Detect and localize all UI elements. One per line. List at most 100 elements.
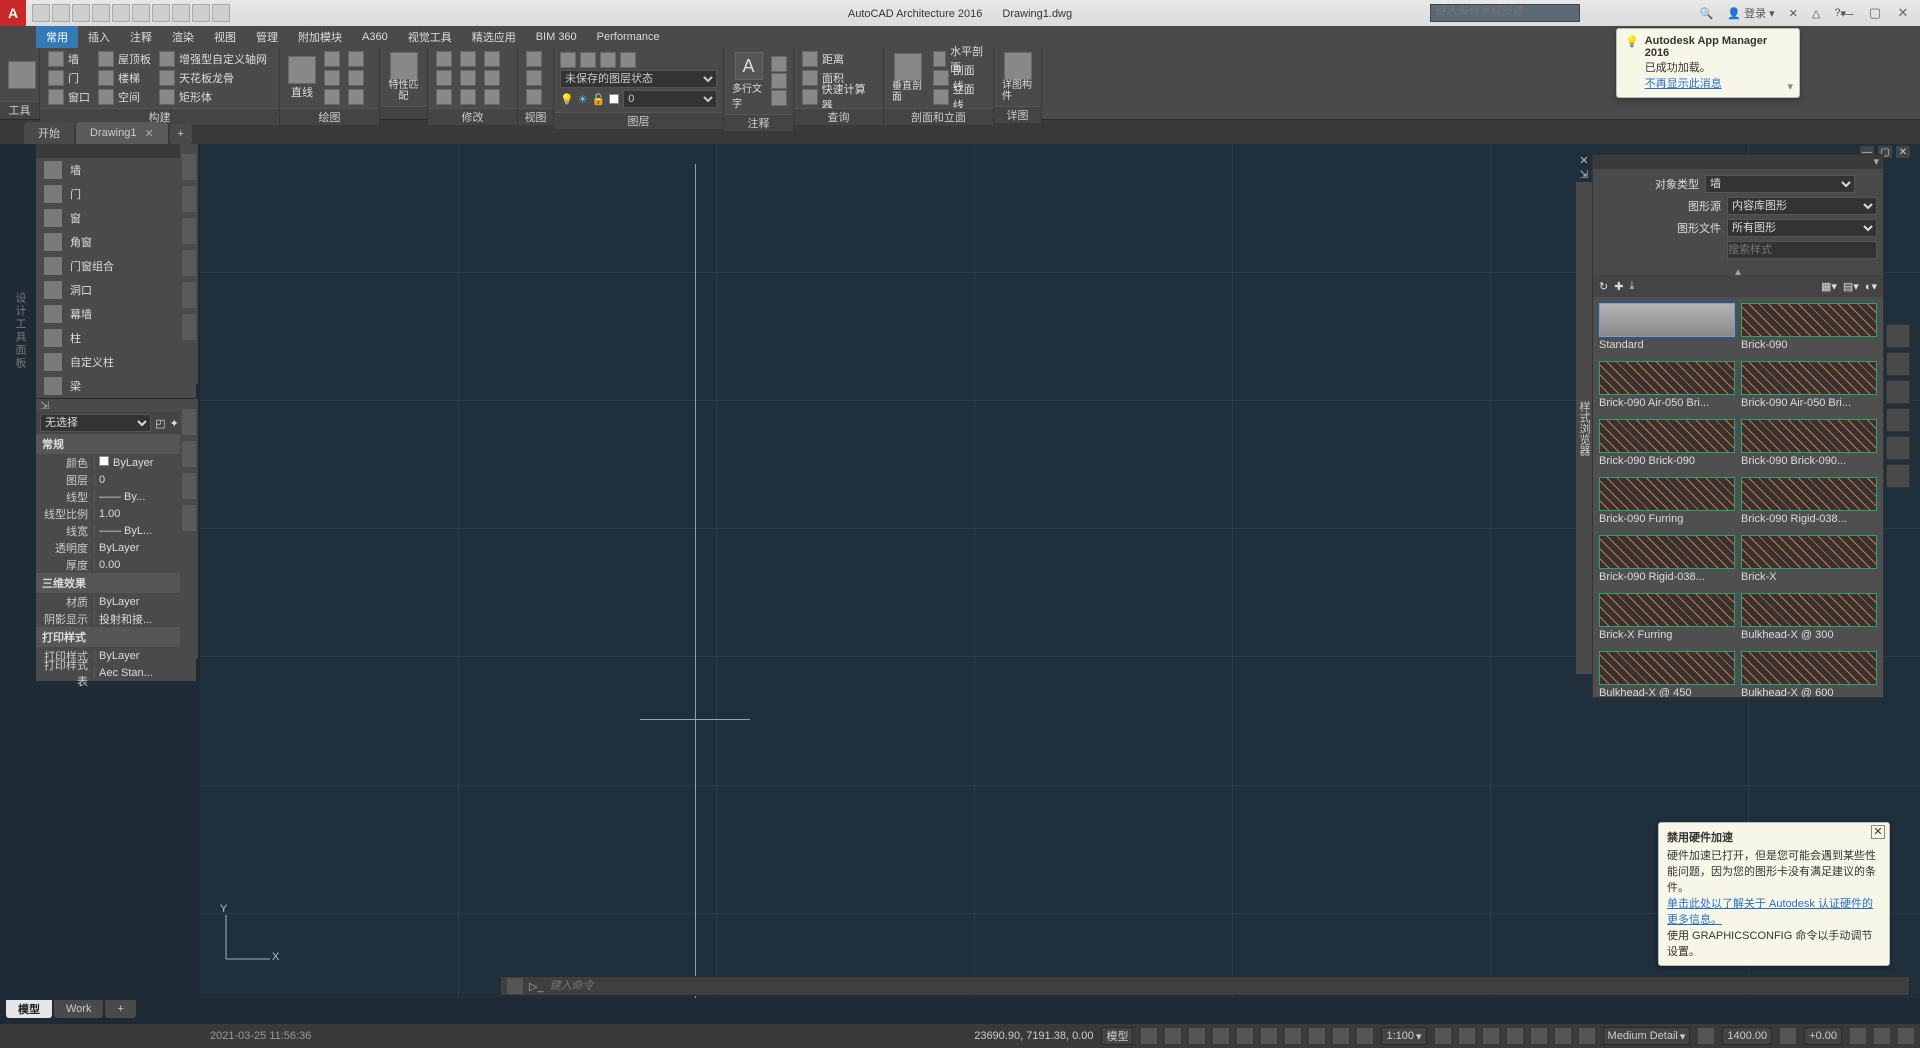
trim-button[interactable] (482, 50, 502, 68)
status-qs-icon[interactable] (1555, 1028, 1571, 1044)
tp-item-3[interactable]: 角窗 (36, 230, 196, 254)
fillet-button[interactable] (482, 69, 502, 87)
status-dyn-icon[interactable] (1309, 1028, 1325, 1044)
props-pin-icon[interactable]: ⇲ (36, 400, 53, 412)
layout-tab-model[interactable]: 模型 (6, 1000, 52, 1018)
props-row[interactable]: 线型比例1.00 (36, 505, 196, 522)
door-button[interactable]: 门 (46, 69, 92, 87)
style-cell-1[interactable]: Brick-090 (1741, 303, 1877, 355)
props-tab3[interactable] (182, 473, 196, 499)
detailcomp-button[interactable]: 详图构件 (1000, 50, 1035, 104)
mirror-button[interactable] (458, 69, 478, 87)
props-row[interactable]: 打印样式表Aec Stan... (36, 664, 196, 681)
props-row[interactable]: 透明度ByLayer (36, 539, 196, 556)
status-detail[interactable]: Medium Detail ▾ (1603, 1027, 1691, 1045)
props-section[interactable]: 打印样式– (36, 627, 196, 647)
tp-tab3[interactable] (182, 218, 196, 244)
style-cell-13[interactable]: Bulkhead-X @ 600 (1741, 651, 1877, 697)
ceiling-button[interactable]: 天花板龙骨 (157, 69, 269, 87)
sb-file-select[interactable]: 所有图形 (1727, 219, 1877, 237)
exchange-button[interactable]: ✕ (1785, 4, 1802, 22)
elevline-button[interactable]: 立面线 (931, 88, 987, 106)
tab-home[interactable]: 常用 (36, 26, 78, 48)
qat-undo-icon[interactable] (132, 4, 150, 22)
line-button[interactable]: 直线 (286, 54, 318, 102)
sb-search-input[interactable] (1727, 241, 1877, 259)
tab-annotate[interactable]: 注释 (120, 26, 162, 48)
style-cell-5[interactable]: Brick-090 Brick-090... (1741, 419, 1877, 471)
tp-item-9[interactable]: 梁 (36, 374, 196, 398)
style-cell-8[interactable]: Brick-090 Rigid-038... (1599, 535, 1735, 587)
search-input[interactable] (1431, 5, 1579, 17)
polyline-button[interactable] (322, 50, 342, 68)
props-row[interactable]: 厚度0.00 (36, 556, 196, 573)
rotate-button[interactable] (458, 50, 478, 68)
tp-item-2[interactable]: 窗 (36, 206, 196, 230)
close-button[interactable]: ✕ (1890, 4, 1916, 22)
props-selector[interactable]: 无选择 (40, 414, 151, 432)
tab-insert[interactable]: 插入 (78, 26, 120, 48)
style-cell-7[interactable]: Brick-090 Rigid-038... (1741, 477, 1877, 529)
nav-pan-icon[interactable] (1886, 352, 1910, 376)
status-units-icon[interactable] (1579, 1028, 1595, 1044)
status-cut[interactable]: +0.00 (1804, 1027, 1842, 1045)
mtext-button[interactable]: A多行文字 (730, 50, 767, 112)
qat-redo-icon[interactable] (152, 4, 170, 22)
status-scale[interactable]: 1:100 ▾ (1381, 1027, 1426, 1045)
stair-button[interactable]: 楼梯 (96, 69, 153, 87)
tp-tab4[interactable] (182, 250, 196, 276)
doc-close-button[interactable]: ✕ (1896, 146, 1910, 158)
tp-item-1[interactable]: 门 (36, 182, 196, 206)
props-row[interactable]: 线型—— By... (36, 488, 196, 505)
layer-combo[interactable]: 0 (623, 90, 717, 108)
status-osnap-icon[interactable] (1237, 1028, 1253, 1044)
nav-orbit-icon[interactable] (1886, 408, 1910, 432)
ellipse-button[interactable] (346, 69, 366, 87)
nav-wheel-icon[interactable] (1886, 436, 1910, 460)
style-cell-9[interactable]: Brick-X (1741, 535, 1877, 587)
scale-button[interactable] (458, 88, 478, 106)
qat-project-icon[interactable] (172, 4, 190, 22)
sb-add-icon[interactable]: ✚ (1614, 280, 1623, 293)
layout-tab-add[interactable]: + (105, 1000, 135, 1018)
qat-match-icon[interactable] (192, 4, 210, 22)
status-ortho-icon[interactable] (1189, 1028, 1205, 1044)
minimize-button[interactable]: — (1834, 4, 1860, 22)
stretch-button[interactable] (434, 88, 454, 106)
qat-layer-icon[interactable] (212, 4, 230, 22)
props-row[interactable]: 颜色ByLayer (36, 454, 196, 471)
layerstate-combo[interactable]: 未保存的图层状态 (560, 70, 717, 88)
status-tpy-icon[interactable] (1357, 1028, 1373, 1044)
style-cell-4[interactable]: Brick-090 Brick-090 (1599, 419, 1735, 471)
view-btn1[interactable] (524, 50, 544, 68)
signin-button[interactable]: 👤 登录 ▾ (1723, 4, 1778, 22)
status-elev-icon[interactable] (1698, 1028, 1714, 1044)
app-logo[interactable]: A (0, 0, 26, 26)
props-tab1[interactable] (182, 409, 196, 435)
notif1-link[interactable]: 不再显示此消息 (1645, 78, 1722, 90)
style-cell-6[interactable]: Brick-090 Furring (1599, 477, 1735, 529)
nav-zoom-icon[interactable] (1886, 380, 1910, 404)
status-lwt-icon[interactable] (1333, 1028, 1349, 1044)
matchprop-button[interactable]: 特性匹配 (386, 50, 421, 104)
status-3dosnap-icon[interactable] (1261, 1028, 1277, 1044)
sb-collapse-icon[interactable]: ▴ (1593, 265, 1883, 275)
style-cell-0[interactable]: Standard (1599, 303, 1735, 355)
status-clean-icon[interactable] (1874, 1028, 1890, 1044)
props-tab2[interactable] (182, 441, 196, 467)
move-button[interactable] (434, 50, 454, 68)
qat-open-icon[interactable] (52, 4, 70, 22)
notif2-close[interactable]: ✕ (1871, 825, 1885, 839)
tp-tab1[interactable] (182, 154, 196, 180)
dim-icon[interactable] (771, 56, 787, 72)
tab-add-button[interactable]: + (170, 124, 192, 144)
tp-item-5[interactable]: 洞口 (36, 278, 196, 302)
drawing-canvas[interactable]: — ▢ ✕ Y X 北 南 西 东 上 WCS (200, 144, 1920, 998)
status-grid-icon[interactable] (1141, 1028, 1157, 1044)
layerfrz-icon[interactable] (600, 52, 616, 68)
stylebrowser-pin[interactable]: ⇲ (1576, 168, 1592, 182)
tab-close-icon[interactable]: ✕ (144, 127, 153, 140)
tab-a360[interactable]: A360 (352, 26, 398, 48)
tp-item-6[interactable]: 幕墙 (36, 302, 196, 326)
sb-obj-select[interactable]: 墙 (1705, 175, 1855, 193)
